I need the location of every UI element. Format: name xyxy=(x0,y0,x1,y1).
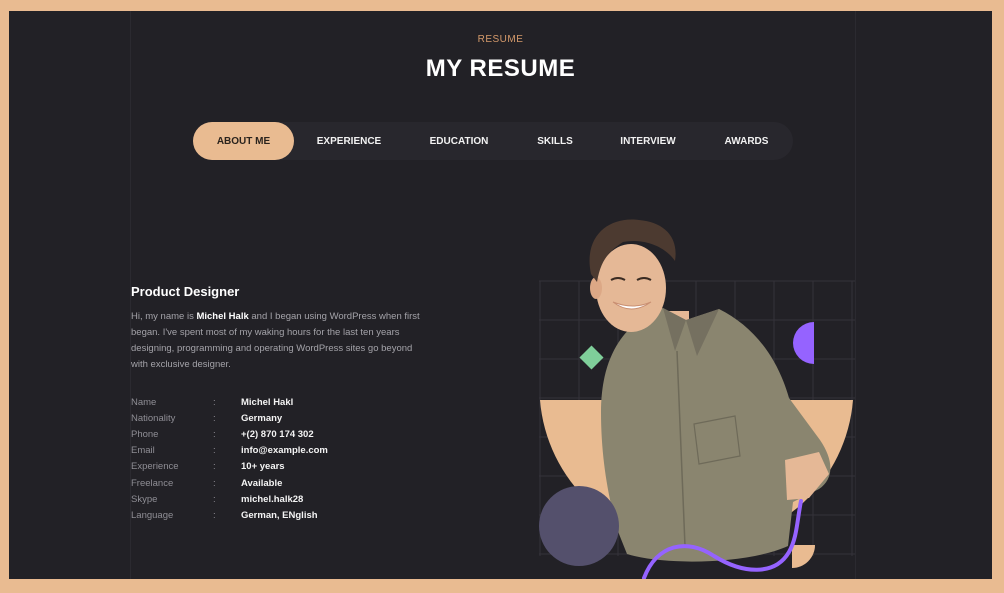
info-row-name: Name: Michel Hakl xyxy=(131,394,328,410)
info-separator: : xyxy=(213,396,216,408)
resume-section: RESUME MY RESUME ABOUT ME EXPERIENCE EDU… xyxy=(9,11,992,579)
bio-name: Michel Halk xyxy=(196,311,249,322)
info-separator: : xyxy=(213,445,216,457)
info-value: +(2) 870 174 302 xyxy=(241,428,314,440)
tab-skills[interactable]: SKILLS xyxy=(514,122,596,160)
info-value[interactable]: info@example.com xyxy=(241,445,328,456)
job-title: Product Designer xyxy=(131,284,240,299)
info-row-phone: Phone: +(2) 870 174 302 xyxy=(131,426,328,442)
bio-paragraph: Hi, my name is Michel Halk and I began u… xyxy=(131,309,431,373)
info-value: Germany xyxy=(241,412,283,424)
info-label: Name xyxy=(131,396,157,408)
info-row-freelance: Freelance: Available xyxy=(131,475,328,491)
green-diamond xyxy=(579,345,604,370)
info-label: Experience xyxy=(131,461,179,473)
page-title: MY RESUME xyxy=(425,55,576,82)
info-value: 10+ years xyxy=(241,461,285,473)
tab-experience[interactable]: EXPERIENCE xyxy=(294,122,404,160)
bio-text-start: Hi, my name is xyxy=(131,311,197,322)
info-label: Nationality xyxy=(131,412,176,424)
info-label: Language xyxy=(131,509,174,521)
info-row-nationality: Nationality: Germany xyxy=(131,410,328,426)
info-label: Email xyxy=(131,445,155,457)
info-label: Freelance xyxy=(131,477,174,489)
section-eyebrow: RESUME xyxy=(477,34,524,45)
info-row-language: Language: German, ENglish xyxy=(131,507,328,523)
info-separator: : xyxy=(213,461,216,473)
slate-circle xyxy=(539,486,619,566)
personal-info-list: Name: Michel Hakl Nationality: Germany Pho… xyxy=(131,394,328,524)
info-label: Phone xyxy=(131,428,159,440)
portrait-illustration xyxy=(539,219,855,579)
resume-tabs: ABOUT ME EXPERIENCE EDUCATION SKILLS INT… xyxy=(193,122,793,160)
purple-half-circle xyxy=(793,322,814,364)
info-row-experience: Experience: 10+ years xyxy=(131,459,328,475)
info-value: Michel Hakl xyxy=(241,396,294,408)
info-label: Skype xyxy=(131,493,158,505)
info-row-skype: Skype: michel.halk28 xyxy=(131,491,328,507)
tab-awards[interactable]: AWARDS xyxy=(700,122,793,160)
tab-interview[interactable]: INTERVIEW xyxy=(596,122,700,160)
info-value: Available xyxy=(241,477,283,489)
info-separator: : xyxy=(213,412,216,424)
info-separator: : xyxy=(213,493,216,505)
info-value: German, ENglish xyxy=(241,509,318,521)
info-row-email: Email: info@example.com xyxy=(131,443,328,459)
tab-about-me[interactable]: ABOUT ME xyxy=(193,122,294,160)
peach-quarter-circle xyxy=(792,545,815,568)
info-separator: : xyxy=(213,428,216,440)
info-separator: : xyxy=(213,509,216,521)
tab-education[interactable]: EDUCATION xyxy=(404,122,514,160)
info-value: michel.halk28 xyxy=(241,493,304,505)
info-separator: : xyxy=(213,477,216,489)
